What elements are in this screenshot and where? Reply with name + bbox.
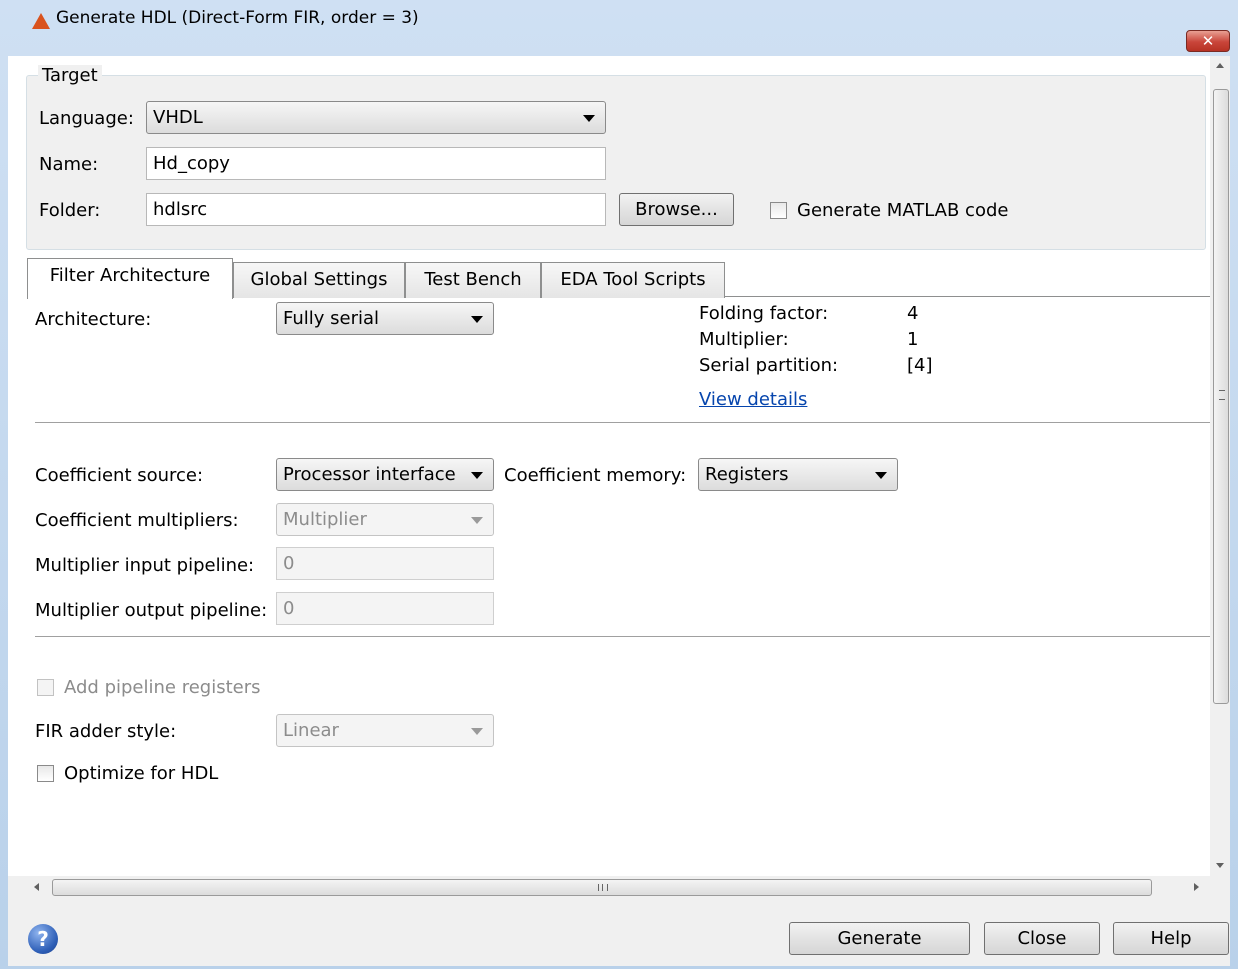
dialog-window: Generate HDL (Direct-Form FIR, order = 3… [0,0,1238,969]
coefficient-multipliers-value: Multiplier [283,509,367,530]
title-bar: Generate HDL (Direct-Form FIR, order = 3… [0,0,1238,38]
multiplier-output-pipeline-input[interactable]: 0 [276,592,494,625]
generate-button[interactable]: Generate [789,922,970,955]
close-button[interactable]: Close [984,922,1100,955]
coefficient-multipliers-label: Coefficient multipliers: [35,510,239,531]
fir-adder-style-select[interactable]: Linear [276,714,494,747]
name-input[interactable]: Hd_copy [146,147,606,180]
scroll-grip-icon [598,884,608,891]
language-select[interactable]: VHDL [146,101,606,134]
optimize-for-hdl-checkbox[interactable] [37,765,54,782]
multiplier-input-pipeline-value: 0 [283,553,295,574]
folding-factor-value: 4 [907,303,919,324]
scroll-grip-icon [1219,390,1225,400]
serial-partition-label: Serial partition: [699,355,839,376]
add-pipeline-registers-checkbox[interactable] [37,679,54,696]
dialog-client-area: Target Language: VHDL Name: Hd_copy Fold… [8,56,1230,966]
add-pipeline-registers-label: Add pipeline registers [64,677,261,698]
fir-adder-style-label: FIR adder style: [35,721,177,742]
coefficient-source-value: Processor interface [283,464,456,485]
tab-eda-tool-scripts[interactable]: EDA Tool Scripts [541,262,725,298]
target-legend: Target [38,65,102,86]
architecture-label: Architecture: [35,309,152,330]
window-title: Generate HDL (Direct-Form FIR, order = 3… [56,8,419,28]
architecture-select[interactable]: Fully serial [276,302,494,335]
scroll-content: Target Language: VHDL Name: Hd_copy Fold… [8,56,1210,876]
coefficient-memory-value: Registers [705,464,789,485]
horizontal-scrollbar[interactable] [26,876,1210,898]
tab-global-settings[interactable]: Global Settings [233,262,405,298]
scroll-down-icon[interactable] [1210,856,1230,876]
help-icon[interactable]: ? [28,924,58,954]
multiplier-value: 1 [907,329,919,350]
fir-adder-style-value: Linear [283,720,339,741]
chevron-down-icon [583,115,595,122]
vertical-scroll-thumb[interactable] [1213,89,1229,704]
folding-factor-label: Folding factor: [699,303,829,324]
coefficient-memory-label: Coefficient memory: [504,465,687,486]
multiplier-input-pipeline-input[interactable]: 0 [276,547,494,580]
chevron-down-icon [471,728,483,735]
language-value: VHDL [153,107,203,128]
help-button[interactable]: Help [1113,922,1229,955]
serial-partition-value: [4] [907,355,933,376]
multiplier-output-pipeline-value: 0 [283,598,295,619]
architecture-value: Fully serial [283,308,380,329]
multiplier-input-pipeline-label: Multiplier input pipeline: [35,555,255,576]
folder-input[interactable]: hdlsrc [146,193,606,226]
optimize-for-hdl-label: Optimize for HDL [64,763,219,784]
chevron-down-icon [471,517,483,524]
chevron-down-icon [471,316,483,323]
multiplier-output-pipeline-label: Multiplier output pipeline: [35,600,268,621]
coefficient-memory-select[interactable]: Registers [698,458,898,491]
matlab-logo-icon [32,13,50,29]
browse-button[interactable]: Browse... [619,193,734,226]
folder-value: hdlsrc [153,199,208,220]
generate-matlab-label: Generate MATLAB code [797,200,1009,221]
separator [35,422,1210,423]
coefficient-source-select[interactable]: Processor interface [276,458,494,491]
name-value: Hd_copy [153,153,230,174]
coefficient-multipliers-select[interactable]: Multiplier [276,503,494,536]
multiplier-label: Multiplier: [699,329,789,350]
name-label: Name: [39,154,99,175]
tab-test-bench[interactable]: Test Bench [405,262,541,298]
tab-filter-architecture[interactable]: Filter Architecture [27,258,233,299]
folder-label: Folder: [39,200,101,221]
generate-matlab-checkbox[interactable] [770,202,787,219]
view-details-link[interactable]: View details [699,389,807,410]
chevron-down-icon [875,472,887,479]
window-close-button[interactable]: ✕ [1186,30,1230,52]
chevron-down-icon [471,472,483,479]
language-label: Language: [39,108,134,129]
separator [35,636,1210,637]
coefficient-source-label: Coefficient source: [35,465,204,486]
scroll-up-icon[interactable] [1210,56,1230,76]
vertical-scrollbar[interactable] [1210,56,1230,876]
horizontal-scroll-thumb[interactable] [52,879,1152,896]
